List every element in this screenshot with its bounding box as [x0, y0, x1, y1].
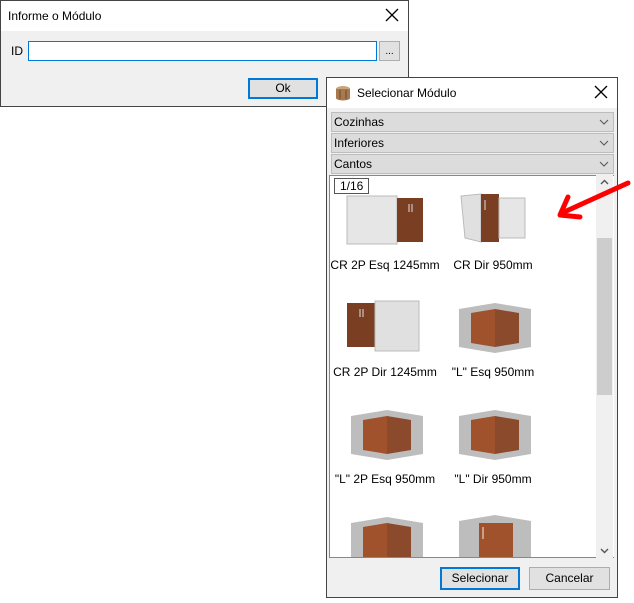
- browse-button[interactable]: ...: [379, 41, 400, 61]
- accordion-label: Cantos: [334, 157, 373, 171]
- id-label: ID: [11, 44, 23, 58]
- accordion-label: Inferiores: [334, 136, 385, 150]
- selecionar-modulo-dialog: Selecionar Módulo Cozinhas Inferiores Ca…: [326, 77, 618, 598]
- title-bar: Selecionar Módulo: [327, 78, 617, 108]
- id-input[interactable]: [28, 41, 377, 61]
- module-label: CR 2P Dir 1245mm: [333, 365, 437, 379]
- ok-button[interactable]: Ok: [248, 78, 318, 99]
- chevron-down-icon: [599, 161, 609, 167]
- accordion-label: Cozinhas: [334, 115, 385, 129]
- module-box-icon: [336, 86, 350, 101]
- cabinet-thumbnail-icon: [351, 517, 423, 557]
- cabinet-thumbnail-icon: [346, 195, 423, 245]
- cabinet-thumbnail-icon: [459, 515, 531, 557]
- module-item[interactable]: "L" Esq 950mm: [438, 297, 548, 379]
- accordion-inferiores[interactable]: Inferiores: [331, 133, 614, 153]
- module-item[interactable]: CR 2P Dir 1245mm: [330, 297, 440, 379]
- scrollbar[interactable]: [596, 175, 613, 558]
- dialog-title: Selecionar Módulo: [357, 86, 457, 100]
- cabinet-thumbnail-icon: [460, 193, 526, 243]
- selecionar-button[interactable]: Selecionar: [440, 567, 520, 590]
- scroll-down-icon[interactable]: [596, 544, 613, 558]
- cabinet-thumbnail-icon: [351, 410, 423, 460]
- module-item[interactable]: CR 2P Esq 1245mm: [330, 190, 440, 272]
- cabinet-thumbnail-icon: [347, 300, 420, 352]
- close-icon[interactable]: [384, 7, 400, 23]
- chevron-down-icon: [599, 140, 609, 146]
- cancelar-button[interactable]: Cancelar: [529, 567, 610, 590]
- module-label: CR Dir 950mm: [453, 258, 533, 272]
- module-item[interactable]: "L" Dir 950mm: [438, 404, 548, 486]
- red-arrow-annotation: [557, 180, 631, 220]
- module-label: "L" Dir 950mm: [454, 472, 532, 486]
- accordion-cantos[interactable]: Cantos: [331, 154, 614, 174]
- module-item[interactable]: [330, 511, 440, 557]
- module-item[interactable]: "L" 2P Esq 950mm: [330, 404, 440, 486]
- chevron-down-icon: [599, 119, 609, 125]
- module-list: 1/16 CR 2P Esq 1245mm CR Dir 950mm CR 2P D…: [329, 175, 614, 558]
- accordion-cozinhas[interactable]: Cozinhas: [331, 112, 614, 132]
- dialog-title: Informe o Módulo: [8, 9, 102, 23]
- close-icon[interactable]: [593, 84, 609, 100]
- scroll-thumb[interactable]: [597, 238, 612, 395]
- page-indicator: 1/16: [334, 178, 370, 194]
- module-label: "L" Esq 950mm: [451, 365, 535, 379]
- module-item[interactable]: [438, 511, 548, 557]
- cabinet-thumbnail-icon: [459, 410, 531, 460]
- title-bar: Informe o Módulo: [1, 1, 408, 31]
- module-label: CR 2P Esq 1245mm: [330, 258, 440, 272]
- module-label: "L" 2P Esq 950mm: [334, 472, 436, 486]
- cabinet-thumbnail-icon: [459, 303, 531, 353]
- module-item[interactable]: CR Dir 950mm: [438, 190, 548, 272]
